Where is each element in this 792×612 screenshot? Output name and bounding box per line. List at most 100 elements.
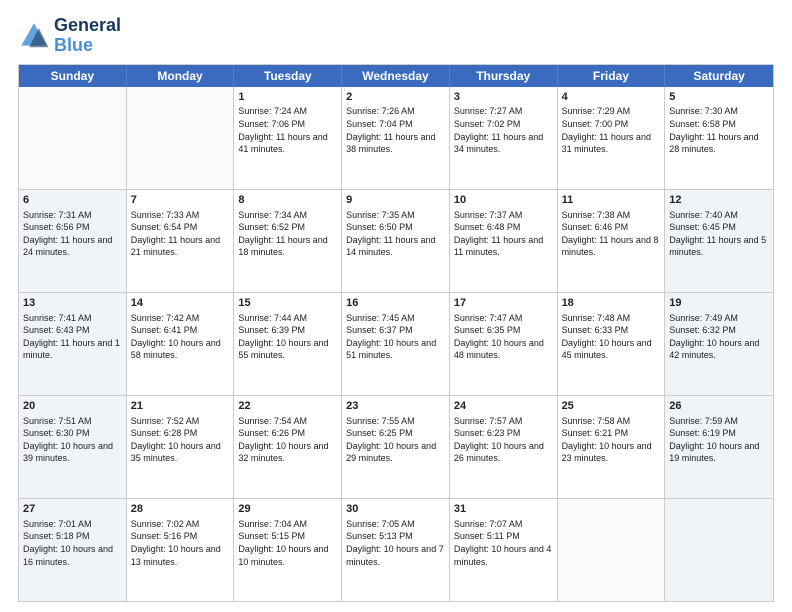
day-cell-empty-4-5	[558, 499, 666, 601]
logo: General Blue	[18, 16, 121, 56]
day-cell-19: 19Sunrise: 7:49 AM Sunset: 6:32 PM Dayli…	[665, 293, 773, 395]
calendar-row-3: 20Sunrise: 7:51 AM Sunset: 6:30 PM Dayli…	[19, 395, 773, 498]
day-info: Sunrise: 7:07 AM Sunset: 5:11 PM Dayligh…	[454, 518, 553, 568]
day-cell-22: 22Sunrise: 7:54 AM Sunset: 6:26 PM Dayli…	[234, 396, 342, 498]
day-info: Sunrise: 7:45 AM Sunset: 6:37 PM Dayligh…	[346, 312, 445, 362]
day-number: 13	[23, 296, 122, 311]
day-number: 9	[346, 193, 445, 208]
day-number: 11	[562, 193, 661, 208]
day-cell-24: 24Sunrise: 7:57 AM Sunset: 6:23 PM Dayli…	[450, 396, 558, 498]
day-number: 12	[669, 193, 769, 208]
day-cell-14: 14Sunrise: 7:42 AM Sunset: 6:41 PM Dayli…	[127, 293, 235, 395]
day-info: Sunrise: 7:30 AM Sunset: 6:58 PM Dayligh…	[669, 105, 769, 155]
day-cell-13: 13Sunrise: 7:41 AM Sunset: 6:43 PM Dayli…	[19, 293, 127, 395]
day-info: Sunrise: 7:26 AM Sunset: 7:04 PM Dayligh…	[346, 105, 445, 155]
day-cell-3: 3Sunrise: 7:27 AM Sunset: 7:02 PM Daylig…	[450, 87, 558, 189]
day-cell-28: 28Sunrise: 7:02 AM Sunset: 5:16 PM Dayli…	[127, 499, 235, 601]
day-cell-7: 7Sunrise: 7:33 AM Sunset: 6:54 PM Daylig…	[127, 190, 235, 292]
day-info: Sunrise: 7:59 AM Sunset: 6:19 PM Dayligh…	[669, 415, 769, 465]
day-info: Sunrise: 7:49 AM Sunset: 6:32 PM Dayligh…	[669, 312, 769, 362]
day-info: Sunrise: 7:51 AM Sunset: 6:30 PM Dayligh…	[23, 415, 122, 465]
calendar: SundayMondayTuesdayWednesdayThursdayFrid…	[18, 64, 774, 602]
calendar-body: 1Sunrise: 7:24 AM Sunset: 7:06 PM Daylig…	[19, 87, 773, 601]
day-info: Sunrise: 7:05 AM Sunset: 5:13 PM Dayligh…	[346, 518, 445, 568]
logo-text: General Blue	[54, 16, 121, 56]
day-number: 25	[562, 399, 661, 414]
day-number: 30	[346, 502, 445, 517]
day-cell-6: 6Sunrise: 7:31 AM Sunset: 6:56 PM Daylig…	[19, 190, 127, 292]
day-number: 10	[454, 193, 553, 208]
day-cell-25: 25Sunrise: 7:58 AM Sunset: 6:21 PM Dayli…	[558, 396, 666, 498]
day-number: 4	[562, 90, 661, 105]
day-number: 28	[131, 502, 230, 517]
day-number: 6	[23, 193, 122, 208]
day-number: 5	[669, 90, 769, 105]
day-number: 7	[131, 193, 230, 208]
day-number: 15	[238, 296, 337, 311]
day-info: Sunrise: 7:34 AM Sunset: 6:52 PM Dayligh…	[238, 209, 337, 259]
day-info: Sunrise: 7:02 AM Sunset: 5:16 PM Dayligh…	[131, 518, 230, 568]
calendar-row-2: 13Sunrise: 7:41 AM Sunset: 6:43 PM Dayli…	[19, 292, 773, 395]
day-cell-5: 5Sunrise: 7:30 AM Sunset: 6:58 PM Daylig…	[665, 87, 773, 189]
day-info: Sunrise: 7:41 AM Sunset: 6:43 PM Dayligh…	[23, 312, 122, 362]
header: General Blue	[18, 16, 774, 56]
day-cell-31: 31Sunrise: 7:07 AM Sunset: 5:11 PM Dayli…	[450, 499, 558, 601]
day-number: 3	[454, 90, 553, 105]
calendar-row-0: 1Sunrise: 7:24 AM Sunset: 7:06 PM Daylig…	[19, 87, 773, 189]
logo-icon	[18, 20, 50, 52]
weekday-header-wednesday: Wednesday	[342, 65, 450, 87]
day-cell-10: 10Sunrise: 7:37 AM Sunset: 6:48 PM Dayli…	[450, 190, 558, 292]
day-info: Sunrise: 7:35 AM Sunset: 6:50 PM Dayligh…	[346, 209, 445, 259]
day-cell-29: 29Sunrise: 7:04 AM Sunset: 5:15 PM Dayli…	[234, 499, 342, 601]
day-number: 17	[454, 296, 553, 311]
day-cell-17: 17Sunrise: 7:47 AM Sunset: 6:35 PM Dayli…	[450, 293, 558, 395]
day-cell-23: 23Sunrise: 7:55 AM Sunset: 6:25 PM Dayli…	[342, 396, 450, 498]
day-info: Sunrise: 7:40 AM Sunset: 6:45 PM Dayligh…	[669, 209, 769, 259]
day-info: Sunrise: 7:58 AM Sunset: 6:21 PM Dayligh…	[562, 415, 661, 465]
day-info: Sunrise: 7:44 AM Sunset: 6:39 PM Dayligh…	[238, 312, 337, 362]
calendar-row-1: 6Sunrise: 7:31 AM Sunset: 6:56 PM Daylig…	[19, 189, 773, 292]
day-info: Sunrise: 7:37 AM Sunset: 6:48 PM Dayligh…	[454, 209, 553, 259]
day-cell-27: 27Sunrise: 7:01 AM Sunset: 5:18 PM Dayli…	[19, 499, 127, 601]
day-number: 31	[454, 502, 553, 517]
day-cell-26: 26Sunrise: 7:59 AM Sunset: 6:19 PM Dayli…	[665, 396, 773, 498]
day-cell-11: 11Sunrise: 7:38 AM Sunset: 6:46 PM Dayli…	[558, 190, 666, 292]
page: General Blue SundayMondayTuesdayWednesda…	[0, 0, 792, 612]
day-cell-empty-0-1	[127, 87, 235, 189]
day-info: Sunrise: 7:04 AM Sunset: 5:15 PM Dayligh…	[238, 518, 337, 568]
day-number: 21	[131, 399, 230, 414]
calendar-row-4: 27Sunrise: 7:01 AM Sunset: 5:18 PM Dayli…	[19, 498, 773, 601]
day-info: Sunrise: 7:27 AM Sunset: 7:02 PM Dayligh…	[454, 105, 553, 155]
day-number: 2	[346, 90, 445, 105]
day-info: Sunrise: 7:47 AM Sunset: 6:35 PM Dayligh…	[454, 312, 553, 362]
day-number: 22	[238, 399, 337, 414]
day-info: Sunrise: 7:24 AM Sunset: 7:06 PM Dayligh…	[238, 105, 337, 155]
day-cell-15: 15Sunrise: 7:44 AM Sunset: 6:39 PM Dayli…	[234, 293, 342, 395]
weekday-header-saturday: Saturday	[665, 65, 773, 87]
day-cell-empty-0-0	[19, 87, 127, 189]
weekday-header-sunday: Sunday	[19, 65, 127, 87]
day-info: Sunrise: 7:01 AM Sunset: 5:18 PM Dayligh…	[23, 518, 122, 568]
day-info: Sunrise: 7:38 AM Sunset: 6:46 PM Dayligh…	[562, 209, 661, 259]
day-info: Sunrise: 7:42 AM Sunset: 6:41 PM Dayligh…	[131, 312, 230, 362]
day-info: Sunrise: 7:33 AM Sunset: 6:54 PM Dayligh…	[131, 209, 230, 259]
day-number: 24	[454, 399, 553, 414]
day-cell-12: 12Sunrise: 7:40 AM Sunset: 6:45 PM Dayli…	[665, 190, 773, 292]
day-info: Sunrise: 7:31 AM Sunset: 6:56 PM Dayligh…	[23, 209, 122, 259]
day-info: Sunrise: 7:57 AM Sunset: 6:23 PM Dayligh…	[454, 415, 553, 465]
day-number: 18	[562, 296, 661, 311]
day-number: 14	[131, 296, 230, 311]
day-cell-2: 2Sunrise: 7:26 AM Sunset: 7:04 PM Daylig…	[342, 87, 450, 189]
day-number: 16	[346, 296, 445, 311]
weekday-header-tuesday: Tuesday	[234, 65, 342, 87]
day-cell-8: 8Sunrise: 7:34 AM Sunset: 6:52 PM Daylig…	[234, 190, 342, 292]
day-number: 20	[23, 399, 122, 414]
day-number: 27	[23, 502, 122, 517]
day-info: Sunrise: 7:48 AM Sunset: 6:33 PM Dayligh…	[562, 312, 661, 362]
day-cell-30: 30Sunrise: 7:05 AM Sunset: 5:13 PM Dayli…	[342, 499, 450, 601]
day-cell-empty-4-6	[665, 499, 773, 601]
weekday-header-thursday: Thursday	[450, 65, 558, 87]
day-number: 23	[346, 399, 445, 414]
day-number: 19	[669, 296, 769, 311]
day-number: 1	[238, 90, 337, 105]
